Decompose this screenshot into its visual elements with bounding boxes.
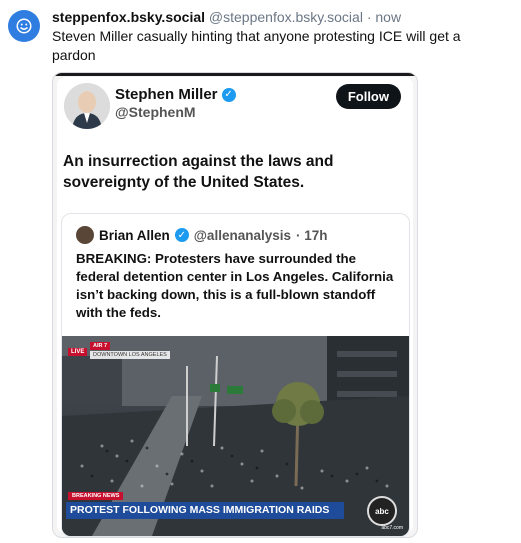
post-timestamp[interactable]: now [375, 9, 401, 25]
embedded-image[interactable]: Stephen Miller ✓ @StephenM Follow An ins… [52, 72, 418, 538]
author-display-name[interactable]: steppenfox.bsky.social [52, 9, 205, 25]
tweet-screenshot: Stephen Miller ✓ @StephenM Follow An ins… [57, 77, 413, 537]
brian-allen-avatar [76, 226, 94, 244]
post-text: Steven Miller casually hinting that anyo… [52, 28, 461, 63]
separator-dot: · [366, 9, 372, 25]
verified-check-icon: ✓ [174, 228, 189, 242]
smiley-face-icon [16, 18, 32, 34]
stephen-miller-avatar [64, 83, 110, 129]
quoted-timestamp: · 17h [295, 227, 328, 243]
account-avatar[interactable] [8, 10, 40, 42]
quoted-author-name: Brian Allen [99, 227, 170, 243]
location-badge: DOWNTOWN LOS ANGELES [90, 351, 170, 359]
quoted-tweet: Brian Allen ✓ @allenanalysis · 17h BREAK… [61, 213, 410, 537]
tweet-author-name: Stephen Miller ✓ [115, 86, 236, 103]
image-top-edge [53, 73, 417, 76]
breaking-news-label: BREAKING NEWS [68, 492, 124, 500]
abc7-logo: abc [367, 496, 397, 526]
verified-check-icon: ✓ [221, 87, 236, 102]
abc7-url: abc7.com [381, 525, 403, 531]
tweet-author-handle: @StephenM [115, 104, 196, 120]
bsky-post: steppenfox.bsky.social @steppenfox.bsky.… [0, 0, 521, 543]
air7-badge: AIR 7 [90, 342, 111, 350]
post-header: steppenfox.bsky.social @steppenfox.bsky.… [52, 8, 513, 26]
tweet-text: An insurrection against the laws and sov… [63, 153, 334, 191]
author-handle[interactable]: @steppenfox.bsky.social [209, 9, 363, 25]
live-badge: LIVE [68, 348, 88, 356]
follow-button: Follow [335, 84, 401, 109]
quoted-author-handle: @allenanalysis [193, 227, 291, 243]
news-video-frame: LIVE AIR 7 DOWNTOWN LOS ANGELES BREAKING… [62, 336, 409, 536]
quoted-tweet-header: Brian Allen ✓ @allenanalysis · 17h [76, 226, 328, 244]
news-headline: PROTEST FOLLOWING MASS IMMIGRATION RAIDS [66, 502, 344, 519]
quoted-tweet-text: BREAKING: Protesters have surrounded the… [76, 251, 394, 320]
tweet-author-name-text: Stephen Miller [115, 86, 218, 103]
